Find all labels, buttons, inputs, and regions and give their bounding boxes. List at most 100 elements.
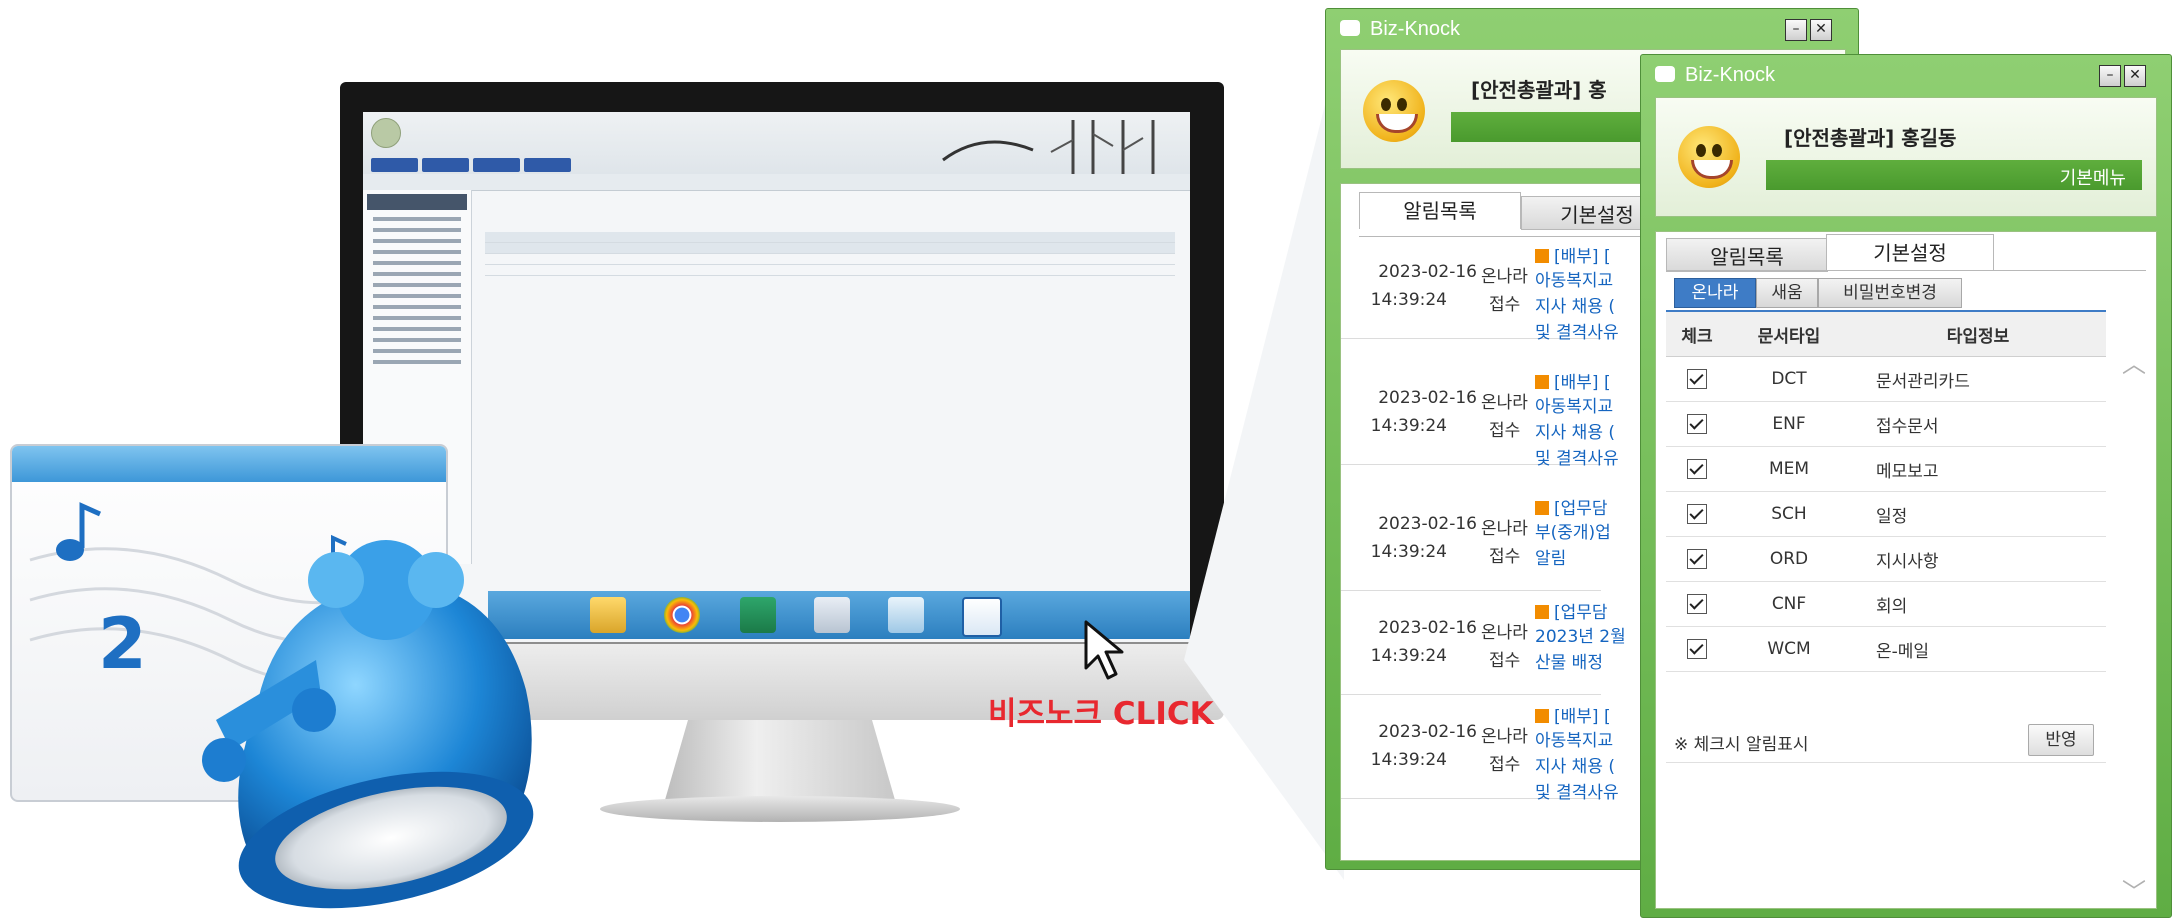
checkbox[interactable]	[1687, 459, 1707, 479]
list-item[interactable]: [배부] [ 2023-02-16 14:39:24 온나라 접수 아동복지교 …	[1341, 698, 1619, 803]
table-header-row: 체크 문서타입 타입정보	[1666, 312, 2106, 357]
close-button[interactable]: ✕	[1810, 19, 1832, 41]
doc-type-info: 문서관리카드	[1850, 356, 2106, 402]
bizknock-window-front: Biz-Knock – ✕ [안전총괄과] 홍길동 기본메뉴 알림목록 기본설정…	[1640, 54, 2172, 918]
notification-text: 알림	[1535, 549, 1567, 569]
list-item[interactable]: [업무담 2023-02-16 14:39:24 온나라 접수 2023년 2월…	[1341, 594, 1626, 695]
divider	[1666, 762, 2106, 763]
tab-settings[interactable]: 기본설정	[1826, 234, 1994, 271]
notification-tag: [업무담	[1535, 494, 1608, 519]
close-button[interactable]: ✕	[2124, 65, 2146, 87]
checkbox[interactable]	[1687, 504, 1707, 524]
minimize-button[interactable]: –	[2099, 65, 2121, 87]
checkbox[interactable]	[1687, 414, 1707, 434]
notification-date: 2023-02-16	[1378, 722, 1477, 742]
notification-source: 온나라	[1481, 727, 1528, 747]
play-icon	[1535, 375, 1549, 389]
zoom-connector	[1184, 30, 1344, 880]
notification-text: 및 결격사유	[1535, 449, 1619, 469]
user-name: [안전총괄과] 홍길동	[1784, 126, 1957, 150]
smiley-avatar	[1363, 80, 1425, 142]
excel-icon[interactable]	[740, 597, 776, 633]
doc-type-code: ORD	[1728, 536, 1850, 582]
notification-text: 산물 배정	[1535, 653, 1603, 673]
chat-icon	[1655, 66, 1675, 82]
list-item[interactable]: [배부] [ 2023-02-16 14:39:24 온나라 접수 아동복지교 …	[1341, 238, 1619, 343]
subtab-saeum[interactable]: 새움	[1756, 278, 1818, 308]
notification-text: 및 결격사유	[1535, 323, 1619, 343]
scroll-up-icon[interactable]: ︿	[2122, 344, 2146, 379]
doc-type-code: MEM	[1728, 446, 1850, 492]
titlebar: Biz-Knock – ✕	[1641, 55, 2171, 93]
doc-type-code: SCH	[1728, 491, 1850, 537]
notification-time: 14:39:24	[1370, 416, 1447, 436]
doc-type-info: 접수문서	[1850, 401, 2106, 447]
notification-source: 온나라	[1481, 267, 1528, 287]
bamboo-decoration	[942, 120, 1155, 174]
notification-kind: 접수	[1489, 755, 1521, 775]
list-item[interactable]: [배부] [ 2023-02-16 14:39:24 온나라 접수 아동복지교 …	[1341, 364, 1619, 469]
doc-type-info: 온-메일	[1850, 626, 2106, 672]
doc-type-info: 메모보고	[1850, 446, 2106, 492]
notification-source: 온나라	[1481, 519, 1528, 539]
smiley-avatar	[1678, 126, 1740, 188]
table-row: ENF 접수문서	[1666, 401, 2106, 447]
app-logo	[371, 118, 401, 148]
notification-source: 온나라	[1481, 623, 1528, 643]
table-row: WCM 온-메일	[1666, 626, 2106, 672]
subtab-onnara[interactable]: 온나라	[1674, 278, 1756, 308]
minimize-button[interactable]: –	[1785, 19, 1807, 41]
apply-button[interactable]: 반영	[2028, 724, 2094, 756]
doc-type-code: WCM	[1728, 626, 1850, 672]
tab-notification-list[interactable]: 알림목록	[1359, 192, 1521, 229]
doc-type-code: CNF	[1728, 581, 1850, 627]
basic-menu-button[interactable]: 기본메뉴	[1766, 160, 2142, 190]
hwp-icon[interactable]	[962, 597, 1002, 637]
tab-notification-list[interactable]: 알림목록	[1666, 238, 1828, 272]
notification-text: 아동복지교	[1535, 271, 1614, 291]
monitor-stand	[665, 720, 895, 800]
notification-time: 14:39:24	[1370, 290, 1447, 310]
notification-tag: [배부] [	[1535, 368, 1611, 393]
list-item[interactable]: [업무담 2023-02-16 14:39:24 온나라 접수 부(중개)업 알…	[1341, 490, 1611, 591]
play-icon	[1535, 605, 1549, 619]
tab-divider	[1666, 270, 2146, 271]
notification-text: 2023년 2월	[1535, 627, 1626, 647]
column-header-check: 체크	[1666, 312, 1728, 357]
check-note: ※ 체크시 알림표시	[1674, 735, 1809, 755]
notification-date: 2023-02-16	[1378, 514, 1477, 534]
notification-kind: 접수	[1489, 547, 1521, 567]
checkbox[interactable]	[1687, 639, 1707, 659]
doc-type-table: 체크 문서타입 타입정보 DCT 문서관리카드 ENF 접수문서 MEM 메모보…	[1666, 312, 2106, 672]
table-row: SCH 일정	[1666, 491, 2106, 537]
scroll-down-icon[interactable]: ﹀	[2122, 872, 2146, 907]
notification-text: 아동복지교	[1535, 731, 1614, 751]
mouse-cursor-icon	[1084, 620, 1124, 680]
app-toolbar	[363, 174, 1190, 191]
app-header	[363, 112, 1190, 174]
chrome-icon[interactable]	[664, 597, 700, 633]
user-name: [안전총괄과] 홍	[1471, 78, 1607, 102]
svg-text:2: 2	[98, 603, 147, 685]
content-panel: 알림목록 기본설정 온나라 새움 비밀번호변경 체크 문서타입 타입정보 DCT…	[1655, 231, 2157, 909]
checkbox[interactable]	[1687, 549, 1707, 569]
notification-time: 14:39:24	[1370, 646, 1447, 666]
notification-text: 및 결격사유	[1535, 783, 1619, 803]
window-title: Biz-Knock	[1685, 64, 1776, 86]
doc-type-info: 일정	[1850, 491, 2106, 537]
chat-icon	[1340, 20, 1360, 36]
window-title: Biz-Knock	[1370, 18, 1461, 40]
checkbox[interactable]	[1687, 369, 1707, 389]
menu-label: 기본메뉴	[2059, 168, 2126, 189]
checkbox[interactable]	[1687, 594, 1707, 614]
notification-text: 지사 채용 (	[1535, 757, 1615, 777]
click-instruction: 비즈노크 CLICK	[988, 696, 1214, 732]
app-menu	[371, 158, 571, 172]
subtab-change-password[interactable]: 비밀번호변경	[1818, 278, 1962, 308]
calculator-icon[interactable]	[814, 597, 850, 633]
notification-source: 온나라	[1481, 393, 1528, 413]
table-row: ORD 지시사항	[1666, 536, 2106, 582]
profile-panel: [안전총괄과] 홍길동 기본메뉴	[1655, 97, 2157, 217]
notification-tag: [업무담	[1535, 598, 1608, 623]
notepad-icon[interactable]	[888, 597, 924, 633]
